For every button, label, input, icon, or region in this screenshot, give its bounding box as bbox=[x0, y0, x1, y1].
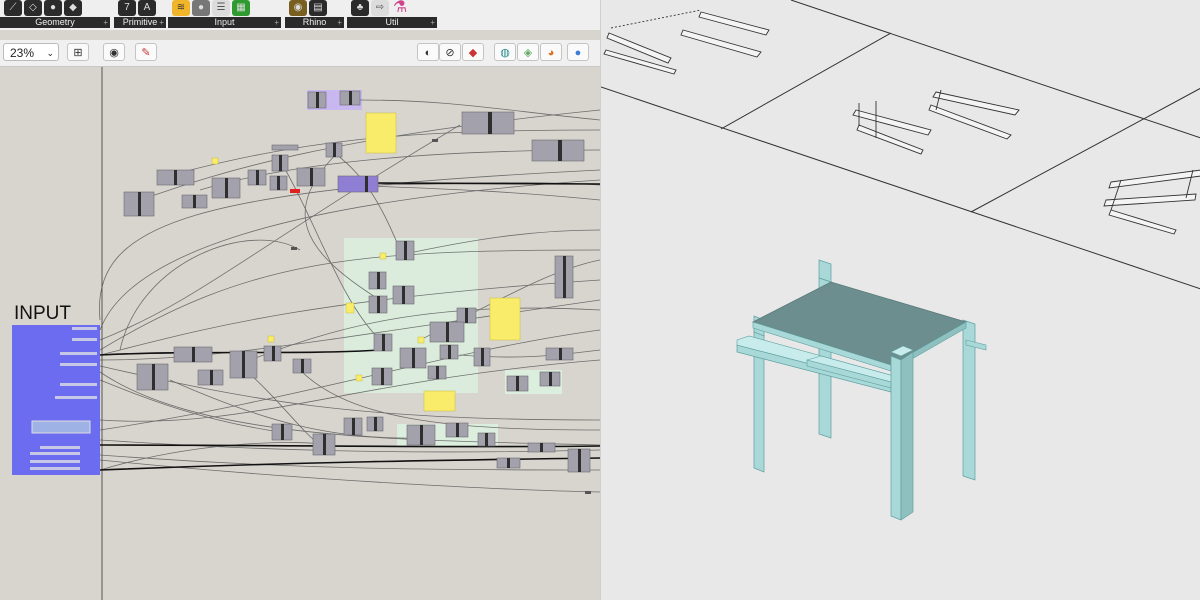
relay[interactable] bbox=[432, 139, 438, 142]
grasshopper-panel: ⟋ ◇ ● ◆ Geometry + 7 A Primitive + ≋ ● ☰… bbox=[0, 0, 600, 600]
table-model[interactable] bbox=[736, 259, 987, 521]
relay[interactable] bbox=[585, 491, 591, 494]
wireframe-tables bbox=[603, 9, 1200, 235]
error-component[interactable] bbox=[290, 189, 300, 193]
input-group-label: INPUT bbox=[14, 303, 71, 324]
relay[interactable] bbox=[291, 247, 297, 250]
viewport-scene[interactable] bbox=[601, 0, 1200, 600]
node-canvas[interactable] bbox=[0, 0, 600, 600]
rhino-viewport[interactable] bbox=[600, 0, 1200, 600]
